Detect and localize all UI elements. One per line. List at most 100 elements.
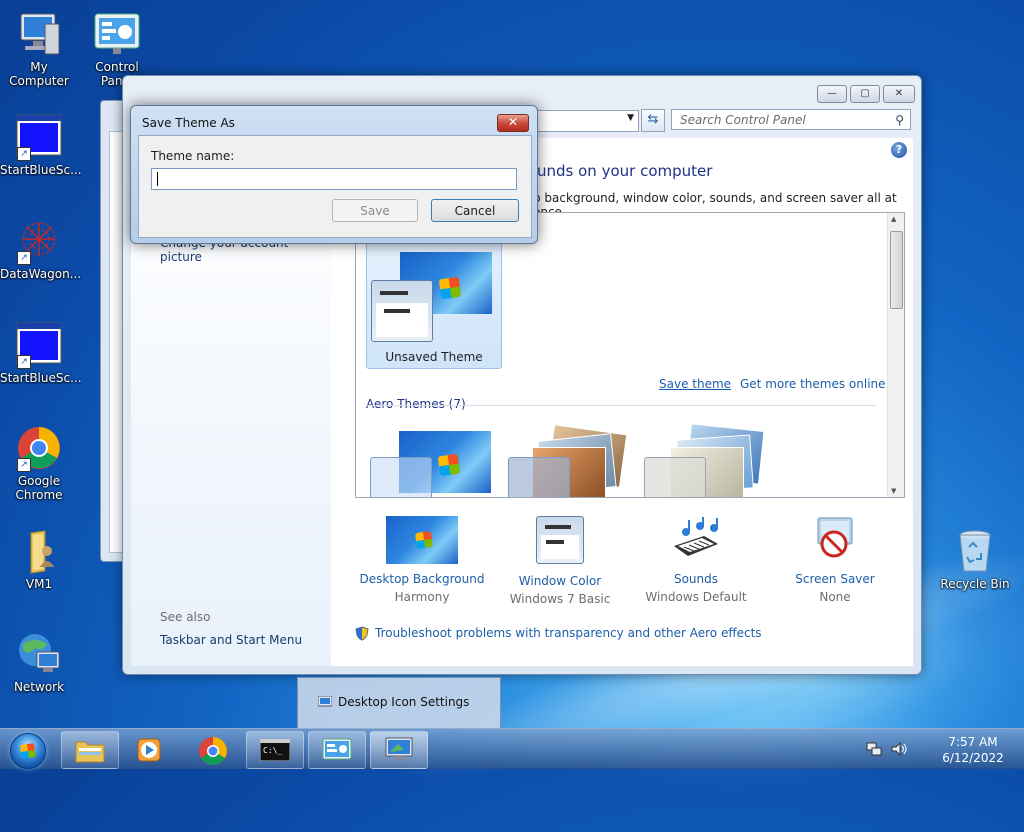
windows-logo-icon — [437, 453, 461, 477]
desktop-icon-label: Recycle Bin — [940, 577, 1010, 591]
scrollbar-thumb[interactable] — [890, 231, 903, 309]
theme-name-input[interactable] — [151, 168, 517, 190]
windows-logo-icon — [438, 276, 462, 300]
window-color-setting[interactable]: Window Color Windows 7 Basic — [490, 516, 630, 606]
refresh-button[interactable]: ⇆ — [641, 109, 665, 132]
desktop-icon-network[interactable]: Network — [0, 630, 78, 694]
maximize-button[interactable]: ▢ — [850, 85, 880, 103]
refresh-icon: ⇆ — [647, 112, 659, 127]
window-color-swatch — [644, 457, 706, 497]
desktop-icon-label: Network — [13, 680, 65, 694]
save-button[interactable]: Save — [332, 199, 418, 222]
theme-name-label: Theme name: — [151, 149, 235, 163]
system-clock[interactable]: 7:57 AM 6/12/2022 — [930, 734, 1016, 766]
recycle-bin-icon — [951, 527, 999, 575]
close-icon: ✕ — [507, 115, 519, 129]
taskbar-control-panel-button[interactable] — [308, 731, 366, 769]
taskbar-explorer-button[interactable] — [61, 731, 119, 769]
desktop-icon-my-computer[interactable]: My Computer — [0, 10, 78, 88]
blue-screen-shortcut-icon: ↗ — [15, 113, 63, 161]
tooltip-label: Desktop Icon Settings — [338, 695, 470, 709]
blue-screen-shortcut-icon: ↗ — [15, 321, 63, 369]
taskbar: C:\_ 7:57 AM 6/12/2022 — [0, 728, 1024, 769]
search-input[interactable]: Search Control Panel ⚲ — [671, 109, 911, 130]
desktop-icon-recycle-bin[interactable]: Recycle Bin — [936, 527, 1014, 591]
address-bar[interactable]: ▼ — [533, 110, 639, 132]
save-theme-dialog[interactable]: Save Theme As ✕ Theme name: Save Cancel — [130, 105, 538, 244]
dialog-title: Save Theme As — [142, 116, 235, 130]
scroll-down-arrow-icon[interactable]: ▼ — [891, 487, 896, 495]
page-title: unds on your computer — [537, 162, 713, 180]
desktop-background-thumbnail — [386, 516, 458, 564]
network-icon — [15, 630, 63, 678]
window-color-swatch — [371, 280, 433, 342]
desktop-icon-settings-icon — [317, 695, 333, 708]
taskbar-media-player-button[interactable] — [121, 731, 179, 769]
desktop-icon-label: StartBlueSc... — [0, 163, 82, 177]
close-window-button[interactable]: ✕ — [883, 85, 915, 103]
desktop-background-setting[interactable]: Desktop Background Harmony — [352, 516, 492, 604]
theme-item-aero-architecture[interactable] — [506, 421, 640, 497]
theme-list-scrollbar[interactable]: ▲ ▼ — [887, 213, 904, 497]
command-prompt-icon: C:\_ — [260, 739, 290, 761]
screen-saver-icon — [812, 516, 858, 562]
desktop-icon-label: VM1 — [25, 577, 53, 591]
svg-text:C:\_: C:\_ — [263, 746, 282, 755]
theme-item-unsaved[interactable]: Unsaved Theme — [366, 229, 502, 369]
media-player-icon — [137, 738, 161, 762]
start-button[interactable] — [4, 731, 48, 769]
troubleshoot-aero-link[interactable]: Troubleshoot problems with transparency … — [375, 626, 762, 640]
window-color-icon — [536, 516, 584, 564]
sounds-icon — [670, 516, 722, 562]
folder-user-icon — [15, 527, 63, 575]
shortcut-arrow-icon: ↗ — [17, 251, 31, 265]
aero-themes-header: Aero Themes (7) — [366, 397, 466, 411]
save-theme-link[interactable]: Save theme — [659, 377, 731, 391]
minimize-button[interactable]: — — [817, 85, 847, 103]
taskbar-cmd-button[interactable]: C:\_ — [246, 731, 304, 769]
see-also-heading: See also — [160, 610, 211, 624]
datawagon-icon: ↗ — [15, 217, 63, 265]
shortcut-arrow-icon: ↗ — [17, 147, 31, 161]
window-color-swatch — [370, 457, 432, 497]
clock-date: 6/12/2022 — [942, 751, 1004, 765]
taskbar-chrome-button[interactable] — [184, 731, 242, 769]
taskbar-start-menu-link[interactable]: Taskbar and Start Menu — [160, 633, 302, 647]
shortcut-arrow-icon: ↗ — [17, 458, 31, 472]
chrome-icon — [199, 737, 227, 765]
desktop-icon-vm1[interactable]: VM1 — [0, 527, 78, 591]
help-icon[interactable]: ? — [891, 142, 907, 158]
desktop-icon-label: DataWagon... — [0, 267, 82, 281]
theme-item-aero-characters[interactable] — [642, 421, 776, 497]
dialog-close-button[interactable]: ✕ — [497, 114, 529, 132]
desktop-icon-startbluescreen-2[interactable]: ↗ StartBlueSc... — [0, 321, 82, 385]
folder-icon — [75, 741, 105, 763]
scroll-up-arrow-icon[interactable]: ▲ — [891, 215, 896, 223]
desktop-icon-startbluescreen[interactable]: ↗ StartBlueSc... — [0, 113, 82, 177]
desktop-icon-label: Google Chrome — [15, 474, 63, 502]
theme-item-aero-windows7[interactable] — [366, 421, 500, 497]
window-color-swatch — [508, 457, 570, 497]
screen-saver-setting[interactable]: Screen Saver None — [765, 516, 905, 604]
taskbar-thumbnail-tooltip[interactable]: Desktop Icon Settings — [297, 677, 501, 729]
theme-list[interactable]: Unsaved Theme Save theme Get more themes… — [355, 212, 905, 498]
dropdown-arrow-icon[interactable]: ▼ — [627, 113, 634, 123]
windows-start-orb-icon — [10, 733, 46, 769]
desktop-icon-label: My Computer — [9, 60, 69, 88]
chrome-icon: ↗ — [15, 424, 63, 472]
taskbar-desktop-icon-settings-button[interactable] — [370, 731, 428, 769]
dialog-body: Theme name: Save Cancel — [138, 135, 532, 238]
computer-icon — [15, 10, 63, 58]
sounds-setting[interactable]: Sounds Windows Default — [626, 516, 766, 604]
control-panel-icon — [93, 10, 141, 58]
volume-tray-icon[interactable] — [890, 741, 908, 757]
shortcut-arrow-icon: ↗ — [17, 355, 31, 369]
search-icon[interactable]: ⚲ — [895, 110, 904, 131]
desktop-icon-google-chrome[interactable]: ↗ Google Chrome — [0, 424, 78, 502]
desktop-icon-datawagon[interactable]: ↗ DataWagon... — [0, 217, 82, 281]
control-panel-icon — [322, 738, 352, 760]
desktop-icon-label: StartBlueSc... — [0, 371, 82, 385]
get-more-themes-link[interactable]: Get more themes online — [740, 377, 886, 391]
cancel-button[interactable]: Cancel — [431, 199, 519, 222]
network-tray-icon[interactable] — [866, 741, 882, 757]
